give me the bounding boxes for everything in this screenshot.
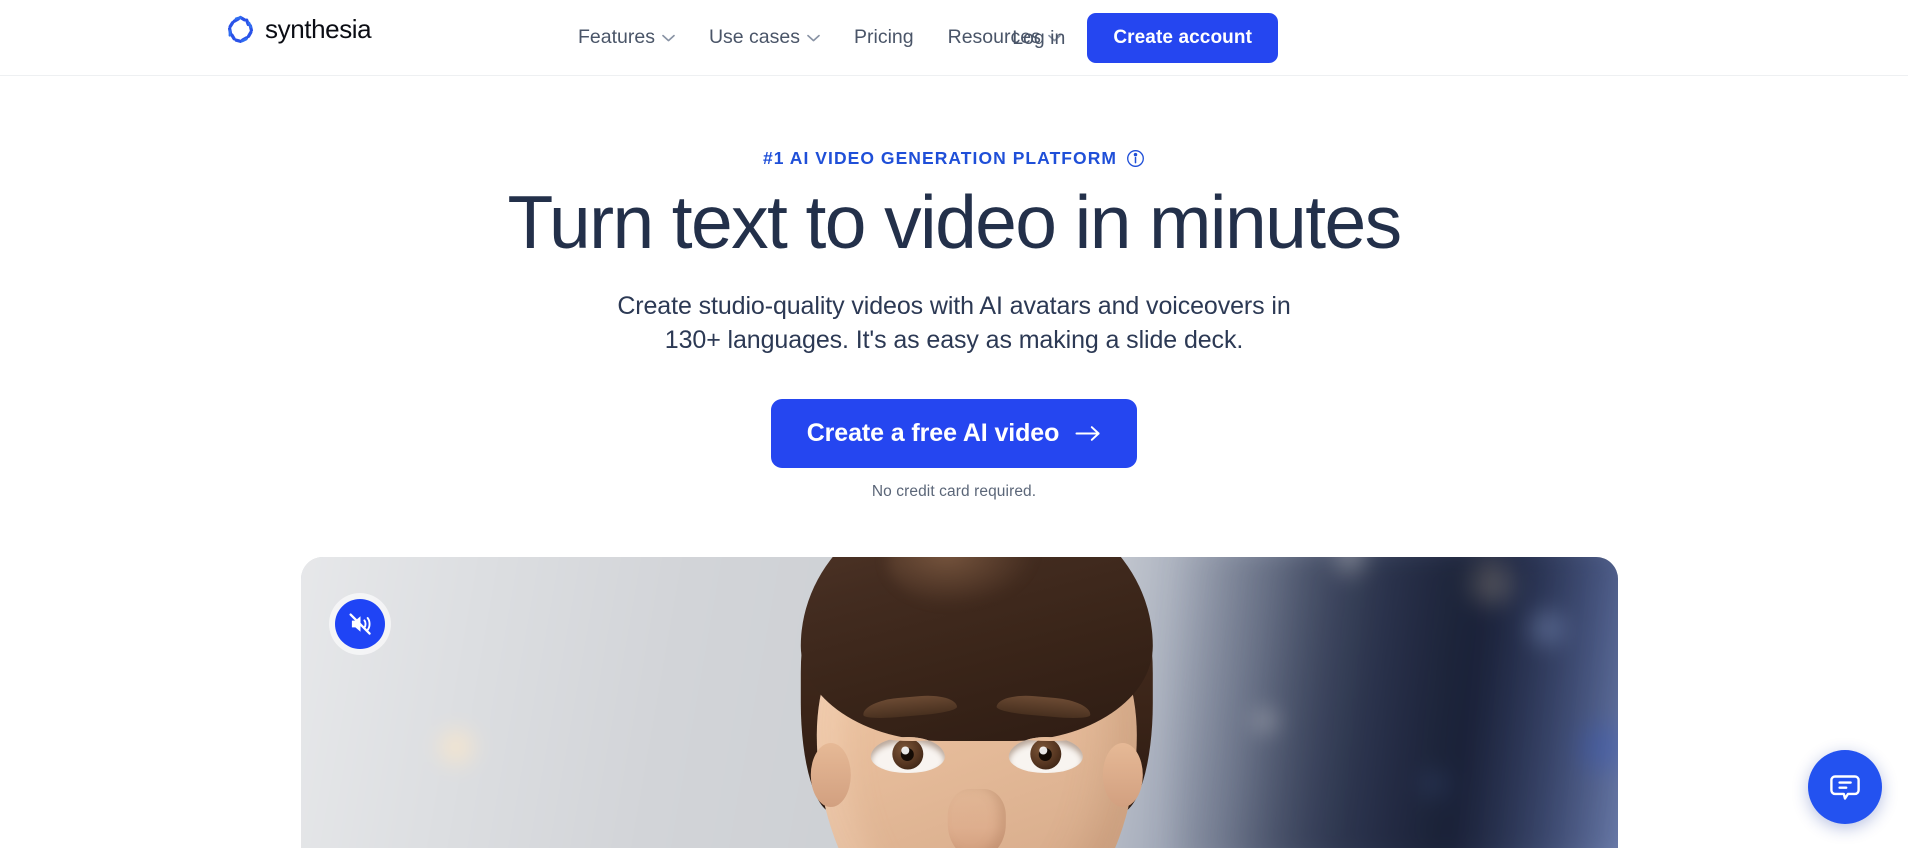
cta-label: Create a free AI video [806,418,1060,447]
cta-note: No credit card required. [871,482,1037,500]
nav-label-features: Features [578,26,655,49]
arrow-right-icon [1075,425,1100,441]
nav-item-features[interactable]: Features [578,28,675,48]
chevron-down-icon [807,34,820,42]
header-auth-actions: Log in Create account [1012,0,1908,76]
page-root: synthesia Features Use cases Pricing Res… [0,0,1908,848]
avatar-eye-right [1008,737,1083,773]
page-title: Turn text to video in minutes [507,180,1403,264]
avatar-nose [947,789,1006,848]
avatar-ear-right [1102,743,1143,807]
hero-section: #1 AI VIDEO GENERATION PLATFORM Turn tex… [0,76,1908,501]
hero-eyebrow-text: #1 AI VIDEO GENERATION PLATFORM [762,148,1118,168]
brand-name: synthesia [265,13,372,44]
chevron-down-icon [662,34,675,42]
nav-label-pricing: Pricing [854,26,914,49]
info-circle-icon[interactable] [1126,149,1145,168]
speaker-muted-icon [349,613,371,635]
chat-widget-button[interactable] [1808,750,1882,824]
video-background-bokeh [1170,557,1618,848]
create-free-ai-video-button[interactable]: Create a free AI video [770,398,1138,468]
nav-label-use-cases: Use cases [708,26,800,49]
ai-avatar-figure [766,557,1186,848]
synthesia-starburst-logo-icon [228,15,253,43]
hero-eyebrow: #1 AI VIDEO GENERATION PLATFORM [0,148,1908,169]
create-account-button[interactable]: Create account [1087,13,1278,63]
nav-item-use-cases[interactable]: Use cases [709,28,820,48]
hero-video-player[interactable] [301,557,1618,848]
brand-logo-link[interactable]: synthesia [225,13,372,45]
avatar-eye-left [870,737,945,773]
video-mute-toggle-button[interactable] [329,593,391,655]
mute-button-inner [335,599,385,649]
nav-item-pricing[interactable]: Pricing [854,28,914,48]
hero-subheading: Create studio-quality videos with AI ava… [617,291,1291,354]
site-header: synthesia Features Use cases Pricing Res… [0,0,1908,76]
avatar-ear-left [810,743,851,807]
chat-bubble-icon [1830,775,1860,800]
hero-cta-group: Create a free AI video No credit card re… [0,398,1908,501]
log-in-link[interactable]: Log in [1012,27,1065,50]
